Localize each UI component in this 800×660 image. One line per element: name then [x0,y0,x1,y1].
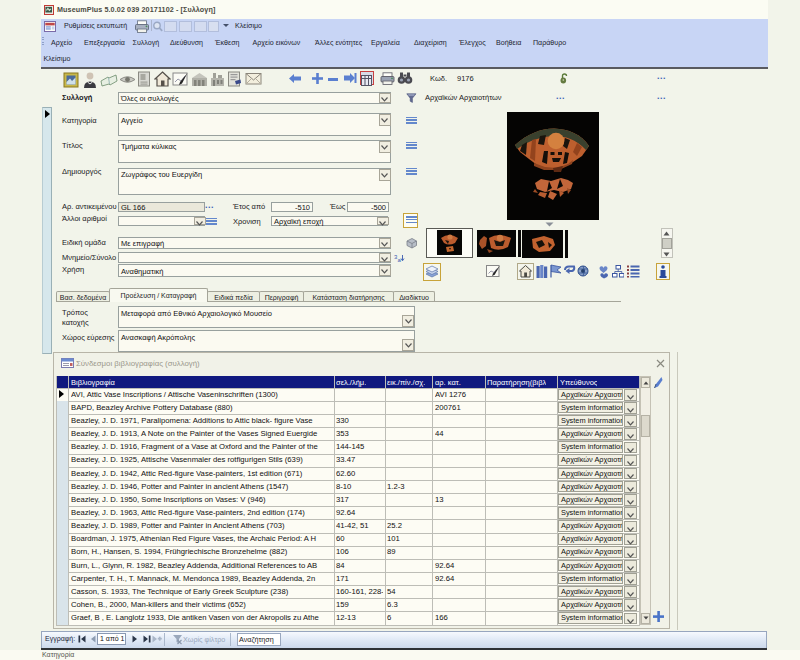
svg-text:a: a [398,257,402,263]
